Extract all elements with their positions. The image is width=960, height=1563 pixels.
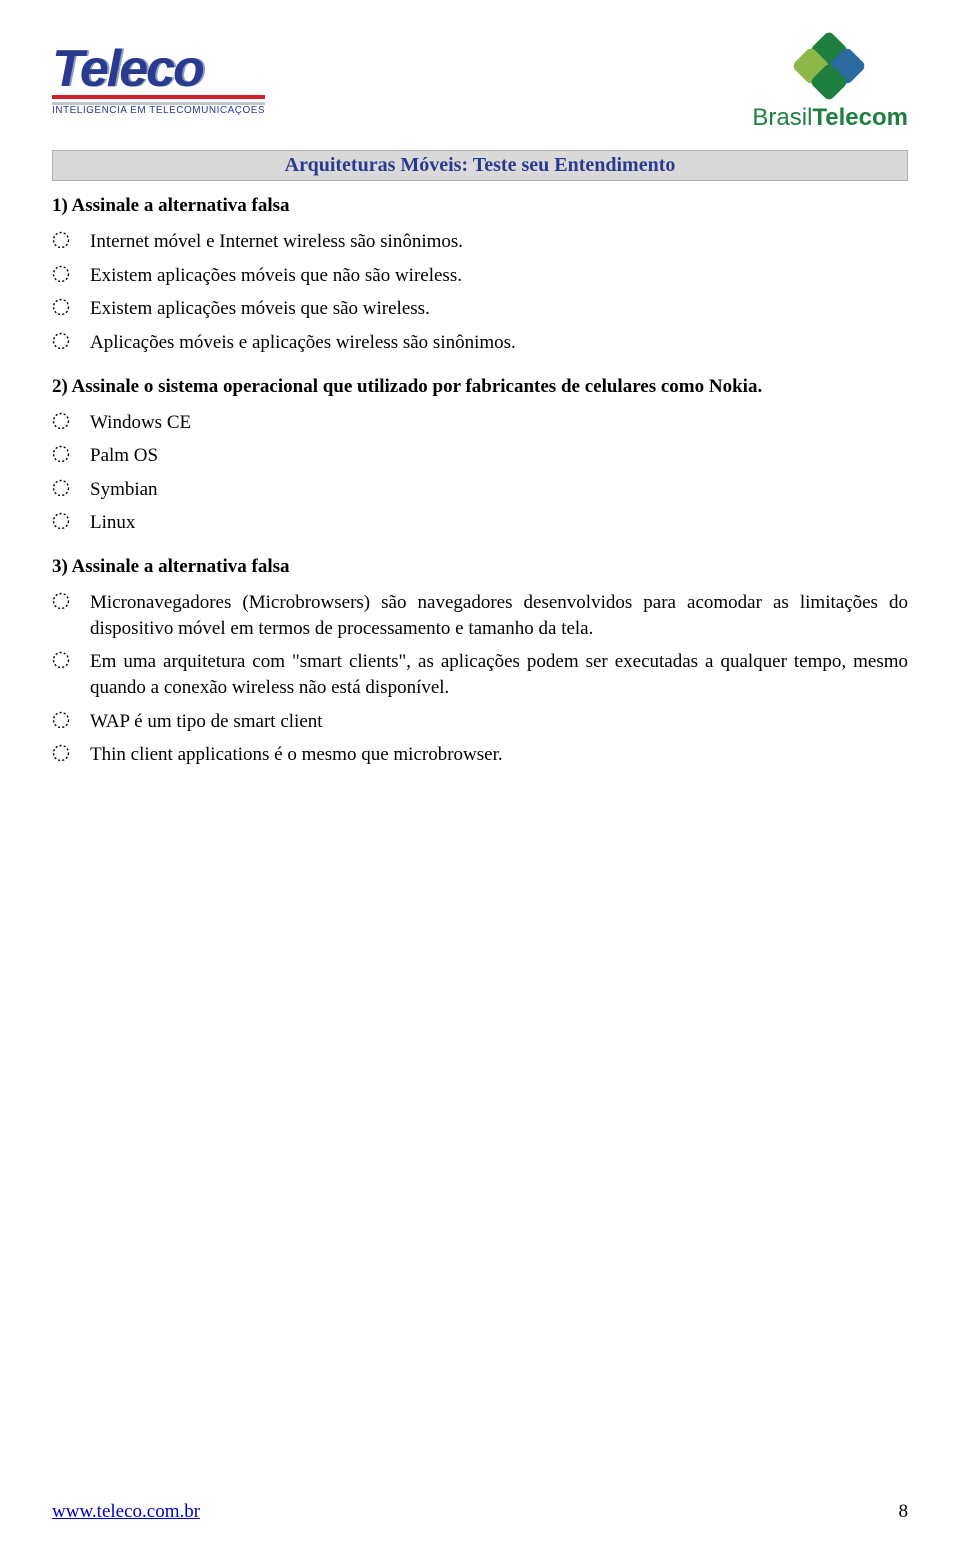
teleco-logo-sub: INTELIGÊNCIA EM TELECOMUNICAÇÕES [52,105,265,116]
radio-icon [52,744,70,762]
question-1-prompt: 1) Assinale a alternativa falsa [52,195,908,217]
radio-icon [52,332,70,350]
question-2-option-1[interactable]: Windows CE [52,410,908,436]
radio-icon [52,265,70,283]
question-1-option-3[interactable]: Existem aplicações móveis que são wirele… [52,296,908,322]
question-1-option-1[interactable]: Internet móvel e Internet wireless são s… [52,229,908,255]
radio-icon [52,412,70,430]
question-2-option-2[interactable]: Palm OS [52,443,908,469]
radio-icon [52,298,70,316]
question-3-option-3[interactable]: WAP é um tipo de smart client [52,709,908,735]
option-label: Existem aplicações móveis que não são wi… [90,263,908,289]
page-number: 8 [899,1501,909,1523]
option-label: Windows CE [90,410,908,436]
question-3-option-4[interactable]: Thin client applications é o mesmo que m… [52,742,908,768]
question-2-prompt: 2) Assinale o sistema operacional que ut… [52,376,908,398]
question-3-prompt: 3) Assinale a alternativa falsa [52,556,908,578]
question-3-option-2[interactable]: Em uma arquitetura com "smart clients", … [52,649,908,700]
teleco-logo: Teleco INTELIGÊNCIA EM TELECOMUNICAÇÕES [52,46,265,116]
page-header: Teleco INTELIGÊNCIA EM TELECOMUNICAÇÕES … [52,30,908,132]
radio-icon [52,651,70,669]
section-title: Arquiteturas Móveis: Teste seu Entendime… [52,150,908,181]
question-2-option-4[interactable]: Linux [52,510,908,536]
option-label: Internet móvel e Internet wireless são s… [90,229,908,255]
option-label: WAP é um tipo de smart client [90,709,908,735]
radio-icon [52,479,70,497]
radio-icon [52,592,70,610]
question-1-option-4[interactable]: Aplicações móveis e aplicações wireless … [52,330,908,356]
option-label: Em uma arquitetura com "smart clients", … [90,649,908,700]
radio-icon [52,231,70,249]
option-label: Linux [90,510,908,536]
question-2-option-3[interactable]: Symbian [52,477,908,503]
radio-icon [52,711,70,729]
question-1: 1) Assinale a alternativa falsa Internet… [52,195,908,356]
radio-icon [52,512,70,530]
footer-link[interactable]: www.teleco.com.br [52,1501,200,1523]
brasiltelecom-wordmark: BrasilTelecom [752,104,908,132]
question-1-option-2[interactable]: Existem aplicações móveis que não são wi… [52,263,908,289]
option-label: Thin client applications é o mesmo que m… [90,742,908,768]
question-2: 2) Assinale o sistema operacional que ut… [52,376,908,537]
option-label: Symbian [90,477,908,503]
radio-icon [52,445,70,463]
option-label: Aplicações móveis e aplicações wireless … [90,330,908,356]
brasiltelecom-mark-icon [785,30,875,100]
question-3: 3) Assinale a alternativa falsa Micronav… [52,556,908,768]
option-label: Micronavegadores (Microbrowsers) são nav… [90,590,908,641]
page-footer: www.teleco.com.br 8 [52,1501,908,1523]
question-3-option-1[interactable]: Micronavegadores (Microbrowsers) são nav… [52,590,908,641]
option-label: Existem aplicações móveis que são wirele… [90,296,908,322]
option-label: Palm OS [90,443,908,469]
teleco-logo-text: Teleco [52,46,265,99]
brasiltelecom-logo: BrasilTelecom [752,30,908,132]
